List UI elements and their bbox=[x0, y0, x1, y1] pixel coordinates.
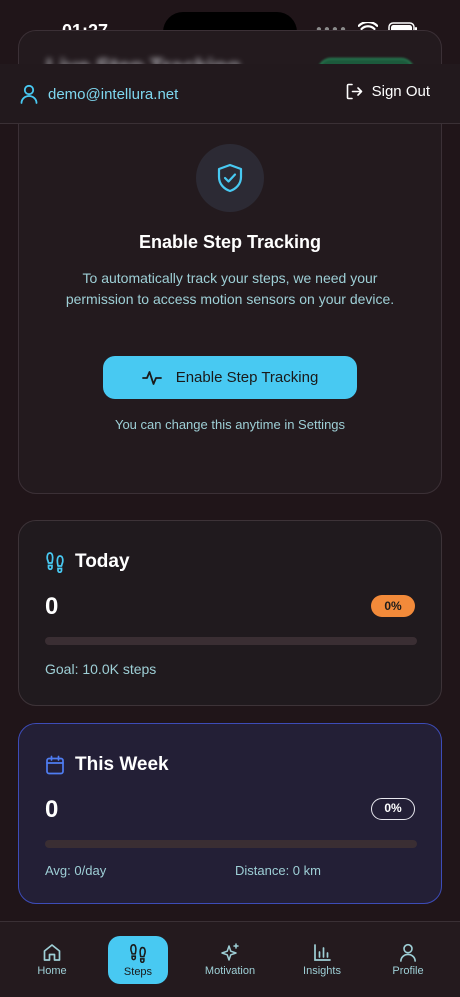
shield-check-icon bbox=[217, 163, 243, 193]
today-card: Today 0 0% Goal: 10.0K steps bbox=[18, 520, 442, 706]
week-average: Avg: 0/day bbox=[45, 863, 107, 878]
nav-insights-label: Insights bbox=[303, 965, 341, 977]
nav-motivation-label: Motivation bbox=[204, 965, 256, 977]
week-progress-bar bbox=[45, 840, 417, 848]
nav-steps-label: Steps bbox=[123, 965, 153, 978]
shield-badge bbox=[196, 144, 264, 212]
week-percent-badge: 0% bbox=[371, 798, 415, 820]
today-percent-badge: 0% bbox=[371, 595, 415, 617]
home-icon bbox=[43, 944, 61, 961]
user-email: demo@intellura.net bbox=[48, 85, 179, 103]
nav-home-label: Home bbox=[37, 965, 67, 977]
enable-button-label: Enable Step Tracking bbox=[175, 369, 319, 386]
sparkles-icon bbox=[221, 943, 239, 961]
today-title: Today bbox=[75, 551, 130, 572]
nav-steps[interactable]: Steps bbox=[108, 936, 168, 984]
account-info: demo@intellura.net bbox=[20, 84, 178, 104]
today-header: Today bbox=[45, 551, 130, 573]
user-icon bbox=[20, 84, 38, 104]
footprints-icon bbox=[130, 943, 146, 963]
bar-chart-icon bbox=[314, 944, 331, 961]
enable-step-tracking-button[interactable]: Enable Step Tracking bbox=[103, 356, 357, 399]
nav-profile-label: Profile bbox=[392, 965, 424, 977]
permission-description: To automatically track your steps, we ne… bbox=[65, 270, 395, 307]
week-header: This Week bbox=[45, 754, 169, 776]
footprints-icon bbox=[46, 552, 64, 573]
nav-home[interactable]: Home bbox=[22, 936, 82, 984]
today-goal: Goal: 10.0K steps bbox=[45, 661, 157, 677]
sign-out-label: Sign Out bbox=[371, 83, 430, 100]
week-distance: Distance: 0 km bbox=[235, 863, 321, 878]
logout-icon bbox=[346, 83, 362, 100]
activity-icon bbox=[141, 370, 162, 385]
nav-insights[interactable]: Insights bbox=[292, 936, 352, 984]
bottom-navigation: Home Steps Motivation Insights Profile bbox=[0, 921, 460, 997]
calendar-icon bbox=[46, 755, 64, 775]
today-steps: 0 bbox=[45, 593, 59, 620]
sign-out-button[interactable]: Sign Out bbox=[346, 83, 430, 100]
nav-motivation[interactable]: Motivation bbox=[196, 936, 264, 984]
week-steps: 0 bbox=[45, 796, 59, 823]
user-bar: demo@intellura.net Sign Out bbox=[0, 64, 460, 124]
today-progress-bar bbox=[45, 637, 417, 645]
week-title: This Week bbox=[75, 754, 169, 775]
nav-profile[interactable]: Profile bbox=[378, 936, 438, 984]
permission-note: You can change this anytime in Settings bbox=[114, 417, 346, 432]
user-icon bbox=[400, 943, 416, 962]
permission-title: Enable Step Tracking bbox=[138, 232, 322, 252]
this-week-card: This Week 0 0% Avg: 0/day Distance: 0 km bbox=[18, 723, 442, 904]
